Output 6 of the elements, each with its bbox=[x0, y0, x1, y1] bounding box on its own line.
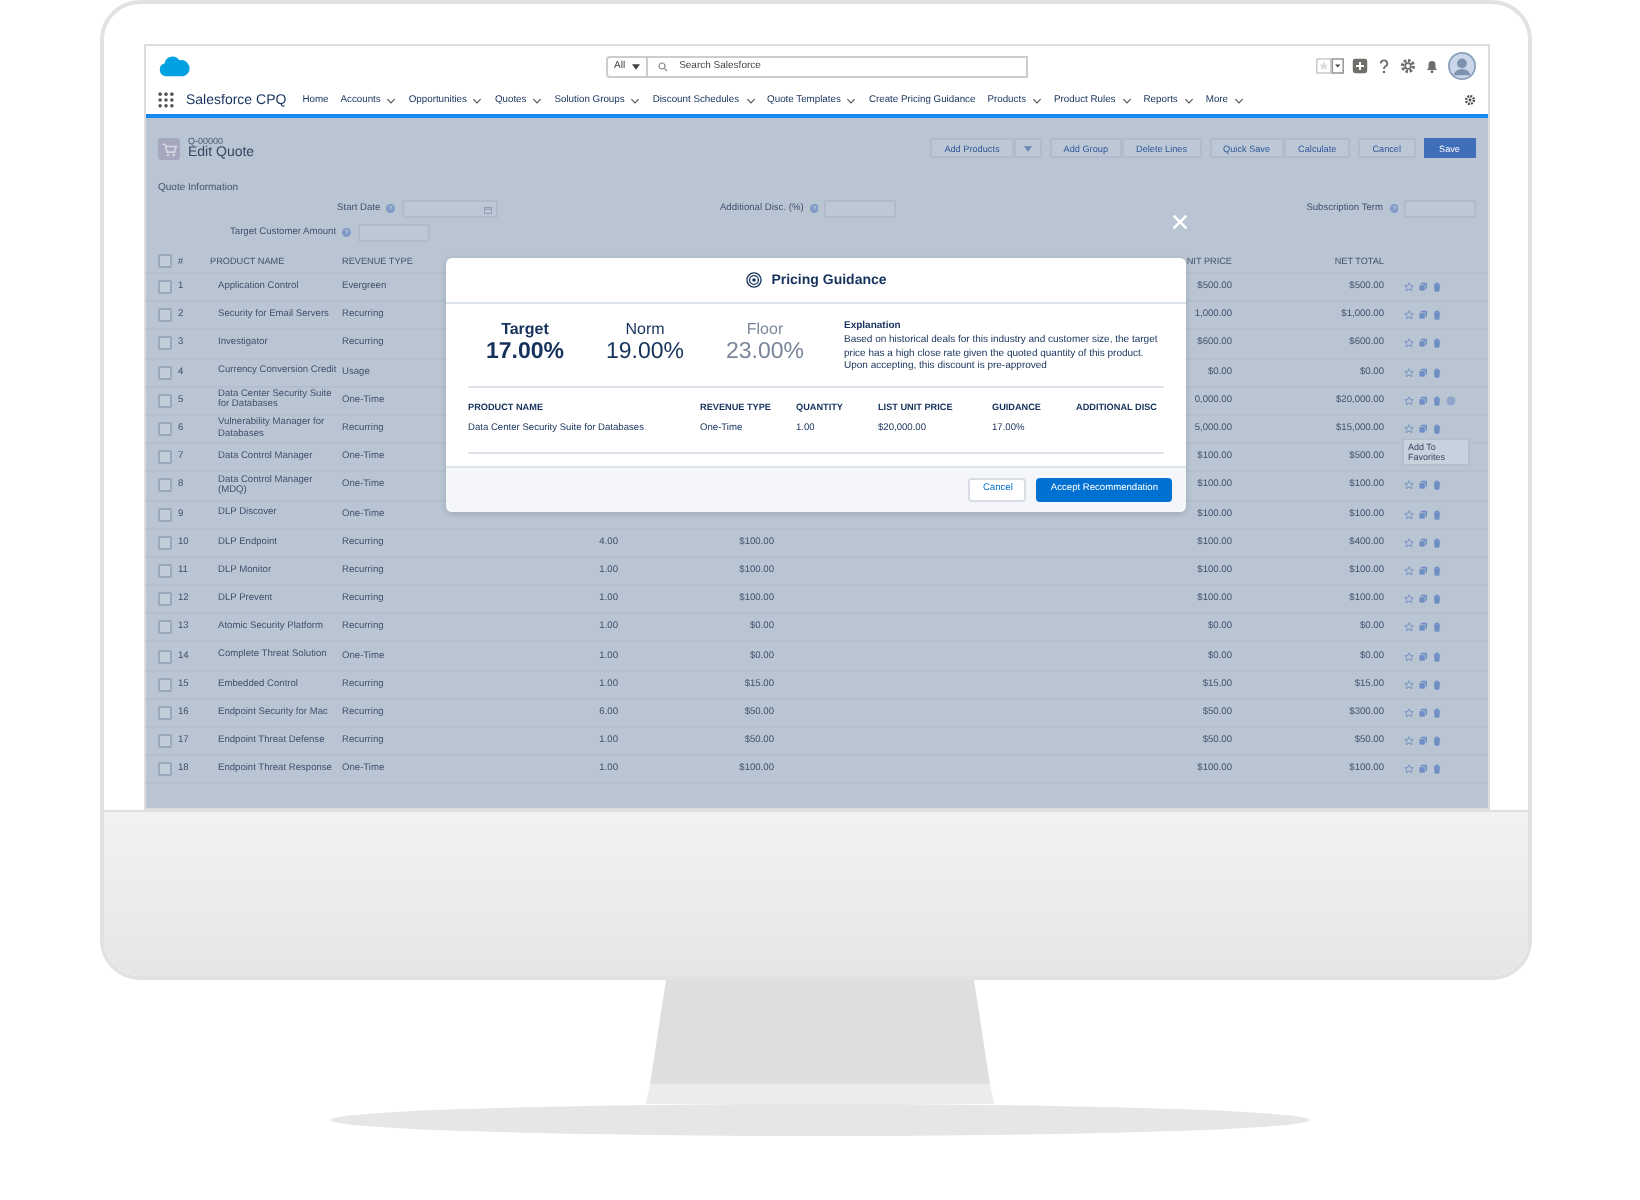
metric-value: 17.00% bbox=[485, 340, 564, 364]
metric-value: 23.00% bbox=[725, 340, 804, 364]
metric-value: 19.00% bbox=[605, 340, 684, 364]
metric-label: Target bbox=[501, 320, 549, 338]
metric-label: Norm bbox=[625, 320, 665, 338]
metric-label: Floor bbox=[746, 320, 784, 338]
